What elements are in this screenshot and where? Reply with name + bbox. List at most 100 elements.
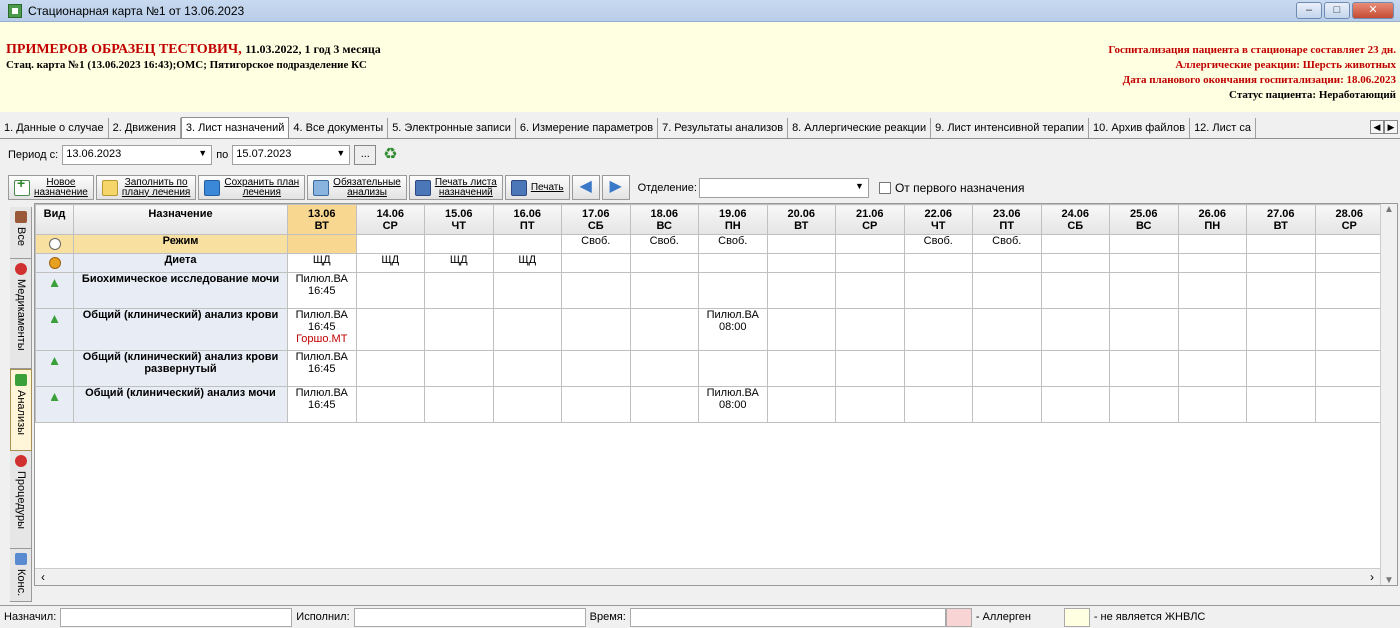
schedule-cell[interactable] <box>1109 272 1179 309</box>
date-column-header[interactable]: 20.06 ВТ <box>766 204 836 235</box>
schedule-cell[interactable] <box>1109 386 1179 423</box>
schedule-cell[interactable]: ЩД <box>424 253 494 273</box>
date-column-header[interactable]: 19.06 ПН <box>698 204 768 235</box>
schedule-cell[interactable] <box>355 234 425 254</box>
schedule-cell[interactable] <box>1177 234 1247 254</box>
schedule-cell[interactable]: Пилюл.ВА 08:00 <box>698 308 768 351</box>
tab-prescriptions[interactable]: 3. Лист назначений <box>180 117 290 138</box>
schedule-cell[interactable] <box>1246 253 1316 273</box>
schedule-cell[interactable] <box>1040 253 1110 273</box>
period-picker-button[interactable]: ... <box>354 145 377 165</box>
schedule-cell[interactable]: Своб. <box>629 234 699 254</box>
first-appointment-option[interactable]: От первого назначения <box>878 181 1024 195</box>
schedule-cell[interactable] <box>698 253 768 273</box>
obligatory-tests-button[interactable]: Обязательные анализы <box>307 175 407 200</box>
schedule-cell[interactable] <box>1314 350 1384 387</box>
schedule-cell[interactable]: ЩД <box>355 253 425 273</box>
date-column-header[interactable]: 24.06 СБ <box>1040 204 1110 235</box>
schedule-cell[interactable] <box>1109 253 1179 273</box>
prescription-row[interactable]: Общий (клинический) анализ крови Пилюл.ВА… <box>35 308 1384 351</box>
close-button[interactable]: ✕ <box>1352 2 1394 19</box>
schedule-cell[interactable] <box>1177 308 1247 351</box>
date-column-header[interactable]: 28.06 СР <box>1314 204 1384 235</box>
schedule-cell[interactable] <box>1040 272 1110 309</box>
scroll-right-icon[interactable]: › <box>1370 570 1374 584</box>
date-column-header[interactable]: 21.06 СР <box>835 204 905 235</box>
schedule-cell[interactable] <box>424 234 494 254</box>
schedule-cell[interactable] <box>492 234 562 254</box>
date-column-header[interactable]: 18.06 ВС <box>629 204 699 235</box>
side-tab-tests[interactable]: Анализы <box>10 369 32 451</box>
col-kind-header[interactable]: Вид <box>35 204 74 235</box>
date-column-header[interactable]: 17.06 СБ <box>561 204 631 235</box>
schedule-cell[interactable] <box>287 234 357 254</box>
schedule-cell[interactable] <box>1109 234 1179 254</box>
schedule-cell[interactable] <box>492 308 562 351</box>
schedule-cell[interactable] <box>561 350 631 387</box>
schedule-cell[interactable] <box>698 272 768 309</box>
schedule-cell[interactable] <box>972 386 1042 423</box>
print-button[interactable]: Печать <box>504 175 570 200</box>
refresh-icon[interactable]: ♻ <box>380 145 400 165</box>
schedule-cell[interactable] <box>766 253 836 273</box>
prescription-name[interactable]: Биохимическое исследование мочи <box>73 272 288 309</box>
prescription-name[interactable]: Диета <box>73 253 288 273</box>
schedule-cell[interactable] <box>1314 308 1384 351</box>
schedule-cell[interactable] <box>492 350 562 387</box>
chevron-down-icon[interactable]: ▼ <box>198 148 207 158</box>
tab-file-archive[interactable]: 10. Архив файлов <box>1089 118 1191 138</box>
schedule-cell[interactable] <box>561 386 631 423</box>
schedule-cell[interactable] <box>629 272 699 309</box>
schedule-cell[interactable] <box>903 386 973 423</box>
schedule-cell[interactable]: Своб. <box>903 234 973 254</box>
schedule-cell[interactable]: ЩД <box>287 253 357 273</box>
schedule-cell[interactable]: Пилюл.ВА 16:45 <box>287 272 357 309</box>
prescription-name[interactable]: Общий (клинический) анализ крови разверн… <box>73 350 288 387</box>
tab-case-data[interactable]: 1. Данные о случае <box>0 118 109 138</box>
schedule-cell[interactable]: Пилюл.ВА 16:45 <box>287 350 357 387</box>
schedule-cell[interactable] <box>835 308 905 351</box>
period-to-field[interactable]: 15.07.2023 ▼ <box>232 145 351 165</box>
first-appointment-checkbox[interactable] <box>878 181 891 194</box>
schedule-cell[interactable]: Пилюл.ВА 08:00 <box>698 386 768 423</box>
col-name-header[interactable]: Назначение <box>73 204 288 235</box>
prescription-row[interactable]: Общий (клинический) анализ крови разверн… <box>35 350 1384 387</box>
schedule-cell[interactable] <box>972 253 1042 273</box>
schedule-cell[interactable] <box>1246 308 1316 351</box>
schedule-cell[interactable] <box>766 308 836 351</box>
schedule-cell[interactable] <box>1314 253 1384 273</box>
schedule-cell[interactable] <box>698 350 768 387</box>
schedule-cell[interactable] <box>1040 350 1110 387</box>
side-tab-consultations[interactable]: Конс. <box>10 549 32 602</box>
grid-horizontal-scrollbar[interactable]: ‹ › <box>35 568 1380 585</box>
tab-allergies[interactable]: 8. Аллергические реакции <box>788 118 932 138</box>
schedule-cell[interactable] <box>492 272 562 309</box>
schedule-cell[interactable] <box>972 350 1042 387</box>
schedule-cell[interactable] <box>1177 272 1247 309</box>
schedule-cell[interactable] <box>972 272 1042 309</box>
schedule-cell[interactable] <box>903 308 973 351</box>
schedule-cell[interactable] <box>1040 308 1110 351</box>
prescription-name[interactable]: Режим <box>73 234 288 254</box>
new-prescription-button[interactable]: Новое назначение <box>8 175 94 200</box>
schedule-cell[interactable] <box>1246 386 1316 423</box>
grid-vertical-scrollbar[interactable]: ▲ ▼ <box>1380 204 1397 585</box>
schedule-cell[interactable] <box>561 272 631 309</box>
tabs-scroll-left-icon[interactable]: ◀ <box>1370 120 1384 134</box>
tab-all-documents[interactable]: 4. Все документы <box>289 118 389 138</box>
schedule-cell[interactable] <box>1246 234 1316 254</box>
schedule-cell[interactable] <box>766 234 836 254</box>
side-tab-medications[interactable]: Медикаменты <box>10 259 32 369</box>
schedule-cell[interactable] <box>424 308 494 351</box>
prescription-name[interactable]: Общий (клинический) анализ мочи <box>73 386 288 423</box>
schedule-cell[interactable] <box>766 386 836 423</box>
prev-period-button[interactable]: ◀ <box>571 175 600 200</box>
schedule-cell[interactable] <box>629 253 699 273</box>
print-list-button[interactable]: Печать листа назначений <box>408 175 503 200</box>
schedule-cell[interactable] <box>766 272 836 309</box>
schedule-cell[interactable] <box>1246 350 1316 387</box>
tab-measurements[interactable]: 6. Измерение параметров <box>516 118 659 138</box>
prescription-row[interactable]: Биохимическое исследование мочи Пилюл.ВА … <box>35 272 1384 309</box>
fill-by-plan-button[interactable]: Заполнить по плану лечения <box>95 175 197 200</box>
schedule-cell[interactable] <box>903 272 973 309</box>
